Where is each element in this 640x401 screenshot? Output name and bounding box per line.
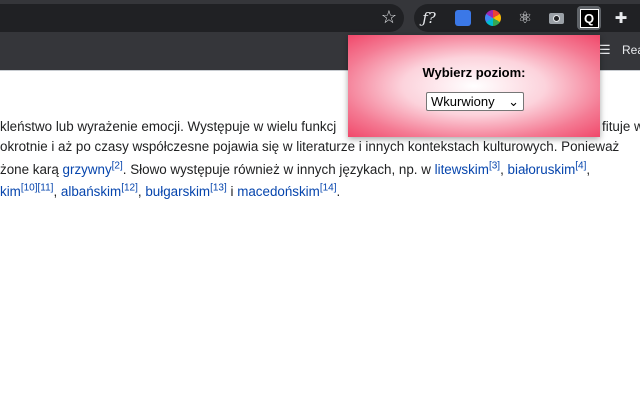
function-icon[interactable]: ƒ? [418, 8, 440, 28]
link-bialoruskim[interactable]: białoruskim [508, 162, 576, 177]
q-icon[interactable]: Q [577, 6, 601, 30]
ref-4[interactable]: [4] [575, 161, 586, 172]
text: . Słowo występuje również w innych język… [122, 162, 435, 177]
article-line-1-tail: fituje w [602, 118, 640, 136]
link-albanskim[interactable]: albańskim [61, 184, 121, 199]
text: fituje w [602, 119, 640, 134]
popup-title: Wybierz poziom: [422, 65, 526, 80]
bookmark-star-icon[interactable]: ☆ [378, 6, 400, 28]
article-line-4: kim[10][11], albańskim[12], bułgarskim[1… [0, 183, 340, 201]
ref-2[interactable]: [2] [112, 161, 123, 172]
link-macedonskim[interactable]: macedońskim [237, 184, 320, 199]
ref-3[interactable]: [3] [489, 161, 500, 172]
level-select[interactable]: Wkurwiony ⌄ [426, 92, 524, 111]
link-kim[interactable]: kim [0, 184, 21, 199]
chevron-down-icon: ⌄ [508, 93, 519, 109]
q-glyph: Q [579, 8, 599, 28]
level-select-value: Wkurwiony [431, 94, 495, 109]
text: . [336, 184, 341, 199]
article-line-1: kleństwo lub wyrażenie emocji. Występuje… [0, 118, 336, 136]
text: , [53, 184, 61, 199]
camera-icon[interactable] [545, 8, 567, 28]
reading-list-label[interactable]: Rea [622, 43, 640, 57]
blue-square-icon[interactable] [452, 8, 474, 28]
ref-13[interactable]: [13] [210, 183, 227, 194]
color-wheel-icon[interactable] [482, 8, 504, 28]
text: i [226, 184, 238, 199]
link-litewskim[interactable]: litewskim [435, 162, 489, 177]
extension-popup: Wybierz poziom: Wkurwiony ⌄ [348, 35, 600, 137]
text: , [586, 162, 591, 177]
link-grzywny[interactable]: grzywny [63, 162, 112, 177]
text: okrotnie i aż po czasy współczesne pojaw… [0, 139, 620, 154]
ref-14[interactable]: [14] [320, 183, 337, 194]
color-wheel-glyph [485, 10, 501, 26]
address-bar[interactable] [0, 4, 404, 32]
puzzle-icon[interactable]: ✚ [610, 8, 632, 28]
ref-12[interactable]: [12] [121, 183, 138, 194]
link-bulgarskim[interactable]: bułgarskim [145, 184, 210, 199]
camera-glyph [548, 12, 564, 24]
ref-10-11[interactable]: [10][11] [21, 183, 54, 194]
reading-list-icon[interactable]: ☰ [599, 43, 613, 57]
text: żone karą [0, 162, 63, 177]
article-line-2: okrotnie i aż po czasy współczesne pojaw… [0, 138, 619, 156]
blue-square-icon-glyph [455, 10, 471, 26]
text: kleństwo lub wyrażenie emocji. Występuje… [0, 119, 337, 134]
text: , [500, 162, 508, 177]
article-line-3: żone karą grzywny[2]. Słowo występuje ró… [0, 161, 590, 179]
atom-icon[interactable]: ⚛ [514, 8, 536, 28]
